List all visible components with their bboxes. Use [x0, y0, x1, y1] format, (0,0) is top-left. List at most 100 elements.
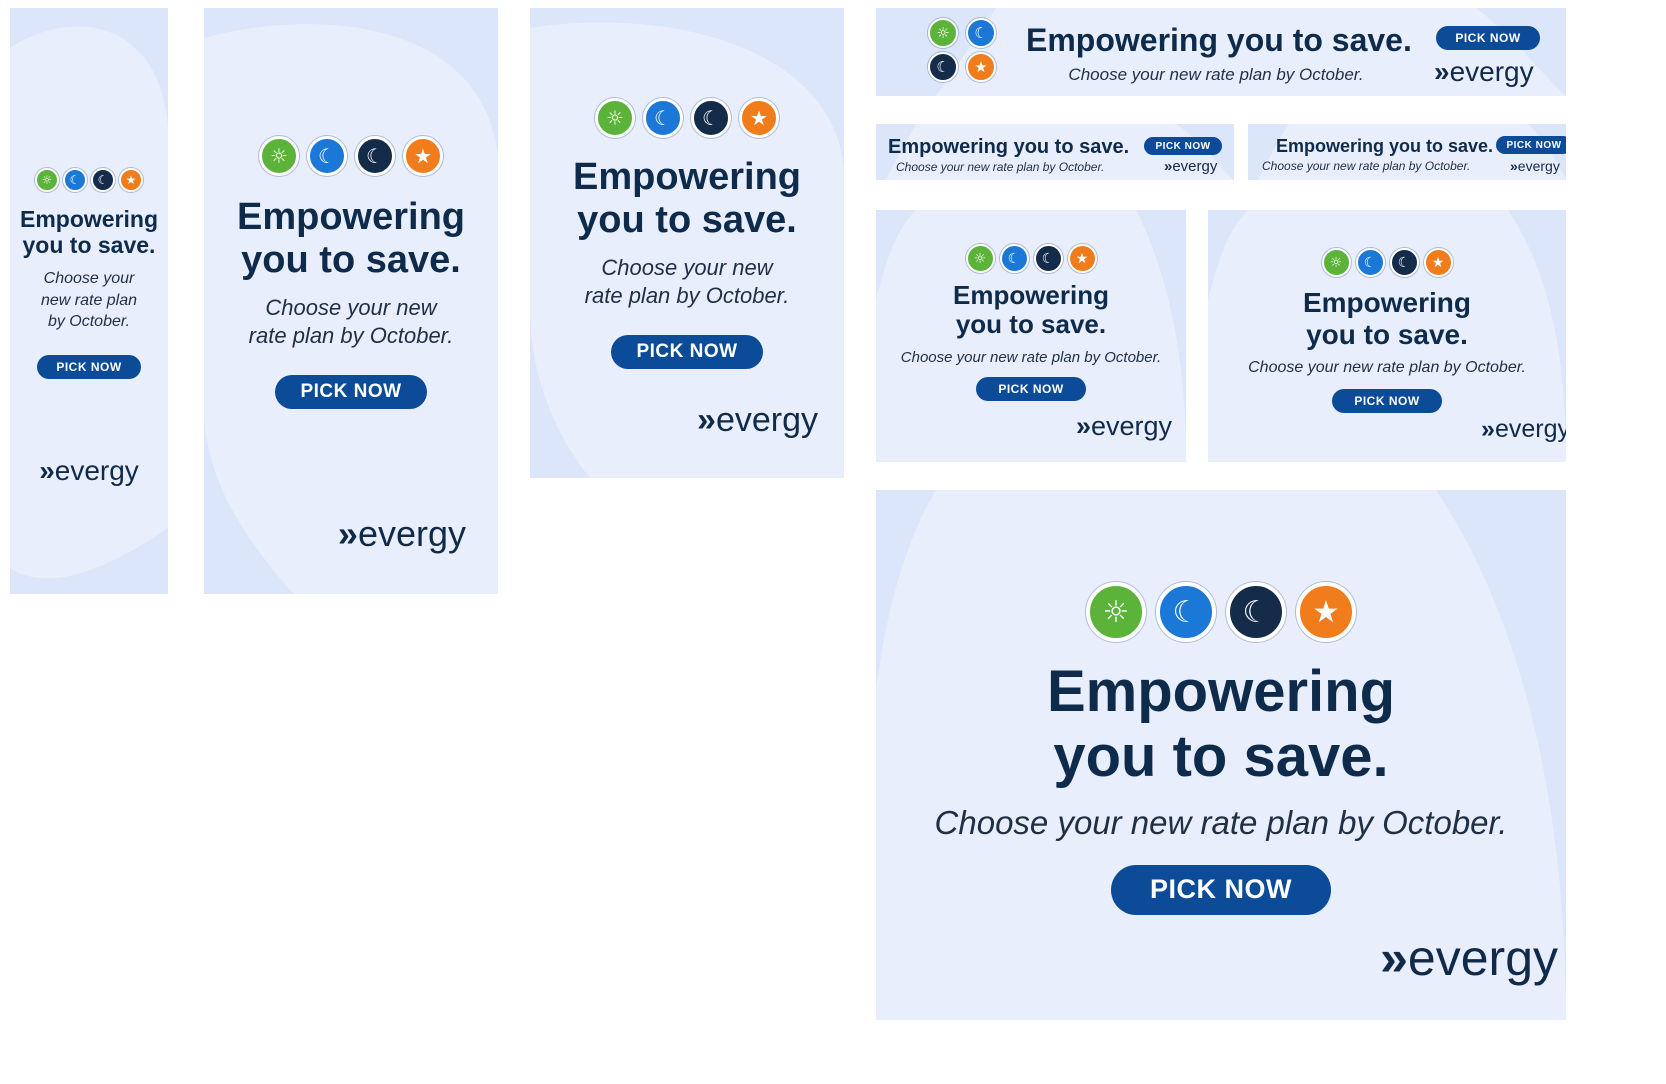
- pick-now-button[interactable]: PICK NOW: [611, 335, 763, 370]
- night-plan-icon: ☾: [928, 52, 958, 82]
- evergy-logo[interactable]: » evergy: [1164, 158, 1217, 175]
- pick-now-button[interactable]: PICK NOW: [1496, 136, 1566, 154]
- star-plan-icon: ★: [1296, 582, 1356, 642]
- ad-mobile-banner-small[interactable]: Empowering you to save. Choose your new …: [1248, 124, 1566, 180]
- sun-plan-icon: ☼: [35, 168, 59, 192]
- ad-half-page[interactable]: ☼ ☾ ☾ ★ Empowering you to save. Choose y…: [204, 8, 498, 594]
- sun-plan-icon: ☼: [928, 18, 958, 48]
- evergy-chevron-icon: »: [39, 454, 54, 486]
- night-plan-icon: ☾: [1033, 244, 1063, 273]
- pick-now-button[interactable]: PICK NOW: [37, 354, 141, 379]
- evergy-wordmark: evergy: [1172, 158, 1218, 175]
- plan-icons: ☼ ☾ ☾ ★: [35, 168, 143, 192]
- headline-line: you to save.: [577, 198, 797, 241]
- plan-icons: ☼ ☾ ☾ ★: [1321, 248, 1453, 277]
- evergy-chevron-icon: »: [1075, 411, 1091, 442]
- evergy-logo[interactable]: » evergy: [1510, 158, 1560, 174]
- subline-line: rate plan by October.: [584, 283, 790, 309]
- ad-large-banner[interactable]: ☼ ☾ ☾ ★ Empowering you to save. Choose y…: [876, 490, 1566, 1020]
- pick-now-button[interactable]: PICK NOW: [1436, 26, 1540, 50]
- evergy-wordmark: evergy: [357, 513, 466, 555]
- ad-large-rectangle[interactable]: ☼ ☾ ☾ ★ Empowering you to save. Choose y…: [1208, 210, 1566, 462]
- pick-now-button[interactable]: PICK NOW: [275, 375, 427, 410]
- evergy-logo[interactable]: » evergy: [338, 513, 466, 555]
- evergy-logo[interactable]: » evergy: [39, 455, 139, 487]
- headline-line: Empowering: [1302, 287, 1471, 318]
- headline-line: you to save.: [1306, 318, 1468, 350]
- subline: Choose your new rate plan by October.: [1262, 159, 1471, 173]
- subline-line: new rate plan: [40, 291, 138, 309]
- sun-plan-icon: ☼: [595, 98, 635, 138]
- pick-now-button[interactable]: PICK NOW: [1332, 389, 1442, 414]
- pick-now-button[interactable]: PICK NOW: [1111, 864, 1331, 915]
- ad-leaderboard[interactable]: ☼ ☾ ☾ ★ Empowering you to save. Choose y…: [876, 8, 1566, 96]
- subline: Choose your new rate plan by October.: [1248, 359, 1526, 377]
- subline-line: Choose your new: [601, 254, 773, 280]
- night-plan-icon: ☾: [691, 98, 731, 138]
- evergy-logo[interactable]: » evergy: [697, 401, 818, 440]
- subline-line: Choose your new: [265, 294, 437, 320]
- evergy-logo[interactable]: » evergy: [1481, 415, 1566, 444]
- evergy-wordmark: evergy: [1407, 929, 1558, 986]
- subline: Choose your new rate plan by October.: [585, 254, 790, 311]
- ad-portrait[interactable]: ☼ ☾ ☾ ★ Empowering you to save. Choose y…: [530, 8, 844, 478]
- evergy-wordmark: evergy: [1517, 158, 1560, 174]
- subline-line: Choose your: [43, 269, 135, 287]
- headline-line: you to save.: [22, 231, 156, 258]
- evergy-chevron-icon: »: [1510, 158, 1518, 174]
- star-plan-icon: ★: [966, 52, 996, 82]
- evergy-wordmark: evergy: [54, 454, 139, 486]
- headline: Empowering you to save.: [952, 280, 1109, 340]
- moon-plan-icon: ☾: [1355, 248, 1385, 277]
- night-plan-icon: ☾: [1389, 248, 1419, 277]
- star-plan-icon: ★: [119, 168, 143, 192]
- headline-line: you to save.: [241, 238, 461, 281]
- moon-plan-icon: ☾: [999, 244, 1029, 273]
- moon-plan-icon: ☾: [307, 136, 347, 176]
- evergy-logo[interactable]: » evergy: [1380, 929, 1558, 987]
- evergy-chevron-icon: »: [1434, 56, 1449, 87]
- night-plan-icon: ☾: [1226, 582, 1286, 642]
- evergy-chevron-icon: »: [1481, 415, 1495, 444]
- star-plan-icon: ★: [739, 98, 779, 138]
- plan-icons: ☼ ☾ ☾ ★: [595, 98, 779, 138]
- headline-line: Empowering: [236, 196, 466, 238]
- evergy-wordmark: evergy: [1090, 411, 1172, 442]
- sun-plan-icon: ☼: [1321, 248, 1351, 277]
- evergy-logo[interactable]: » evergy: [1076, 411, 1172, 442]
- subline: Choose your new rate plan by October.: [41, 268, 137, 333]
- ad-medium-rectangle[interactable]: ☼ ☾ ☾ ★ Empowering you to save. Choose y…: [876, 210, 1186, 462]
- headline-line: Empowering: [952, 280, 1109, 310]
- sun-plan-icon: ☼: [1086, 582, 1146, 642]
- moon-plan-icon: ☾: [63, 168, 87, 192]
- headline: Empowering you to save.: [1276, 136, 1494, 156]
- plan-icons: ☼ ☾ ☾ ★: [1086, 582, 1356, 642]
- headline: Empowering you to save.: [888, 136, 1130, 158]
- headline-line: you to save.: [1053, 723, 1389, 789]
- pick-now-button[interactable]: PICK NOW: [976, 377, 1086, 402]
- night-plan-icon: ☾: [91, 168, 115, 192]
- sun-plan-icon: ☼: [965, 244, 995, 273]
- ad-mobile-banner[interactable]: Empowering you to save. Choose your new …: [876, 124, 1234, 180]
- evergy-logo[interactable]: » evergy: [1434, 56, 1534, 88]
- subline: Choose your new rate plan by October.: [249, 294, 454, 351]
- subline-line: by October.: [47, 313, 131, 331]
- evergy-chevron-icon: »: [337, 513, 358, 555]
- evergy-wordmark: evergy: [715, 401, 818, 440]
- plan-icons: ☼ ☾ ☾ ★: [259, 136, 443, 176]
- plan-icons: ☼ ☾ ☾ ★: [928, 18, 998, 82]
- evergy-chevron-icon: »: [1380, 929, 1408, 986]
- moon-plan-icon: ☾: [1156, 582, 1216, 642]
- pick-now-button[interactable]: PICK NOW: [1144, 137, 1222, 155]
- star-plan-icon: ★: [403, 136, 443, 176]
- subline: Choose your new rate plan by October.: [896, 160, 1105, 174]
- subline-line: rate plan by October.: [248, 323, 454, 349]
- headline-line: Empowering: [19, 206, 158, 232]
- moon-plan-icon: ☾: [643, 98, 683, 138]
- headline: Empowering you to save.: [237, 196, 465, 282]
- ad-skyscraper-small[interactable]: ☼ ☾ ☾ ★ Empowering you to save. Choose y…: [10, 8, 168, 594]
- headline: Empowering you to save.: [573, 156, 801, 242]
- evergy-chevron-icon: »: [1164, 158, 1172, 175]
- sun-plan-icon: ☼: [259, 136, 299, 176]
- headline-line: Empowering: [1046, 659, 1396, 724]
